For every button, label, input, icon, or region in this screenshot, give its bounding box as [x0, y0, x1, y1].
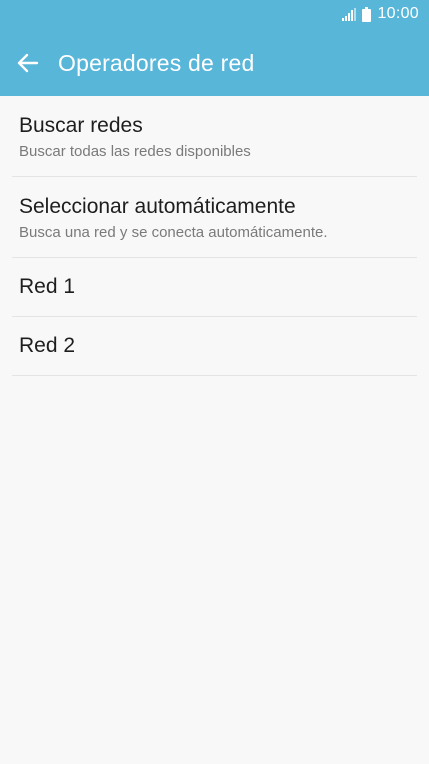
list-item-search-networks[interactable]: Buscar redes Buscar todas las redes disp… [12, 96, 417, 177]
list-item-subtitle: Busca una red y se conecta automáticamen… [19, 224, 328, 241]
list-item-title: Seleccionar automáticamente [19, 195, 296, 218]
status-time: 10:00 [377, 5, 419, 22]
list-item-select-automatically[interactable]: Seleccionar automáticamente Busca una re… [12, 177, 417, 258]
toolbar: Operadores de red [0, 30, 429, 96]
status-icons: 10:00 [342, 5, 419, 23]
battery-icon [362, 6, 372, 22]
list-item-red-2[interactable]: Red 2 [12, 317, 417, 376]
list-item-subtitle: Buscar todas las redes disponibles [19, 143, 251, 160]
app-bar: 10:00 Operadores de red [0, 0, 429, 96]
back-arrow-icon [17, 52, 39, 74]
list-item-title: Buscar redes [19, 114, 143, 137]
list-item-red-1[interactable]: Red 1 [12, 258, 417, 317]
back-button[interactable] [0, 39, 56, 87]
list-item-title: Red 1 [19, 275, 76, 298]
list-item-title: Red 2 [19, 334, 76, 357]
signal-icon [342, 7, 357, 21]
network-operators-list: Buscar redes Buscar todas las redes disp… [0, 96, 429, 376]
page-title: Operadores de red [58, 49, 255, 76]
status-bar: 10:00 [0, 0, 429, 30]
